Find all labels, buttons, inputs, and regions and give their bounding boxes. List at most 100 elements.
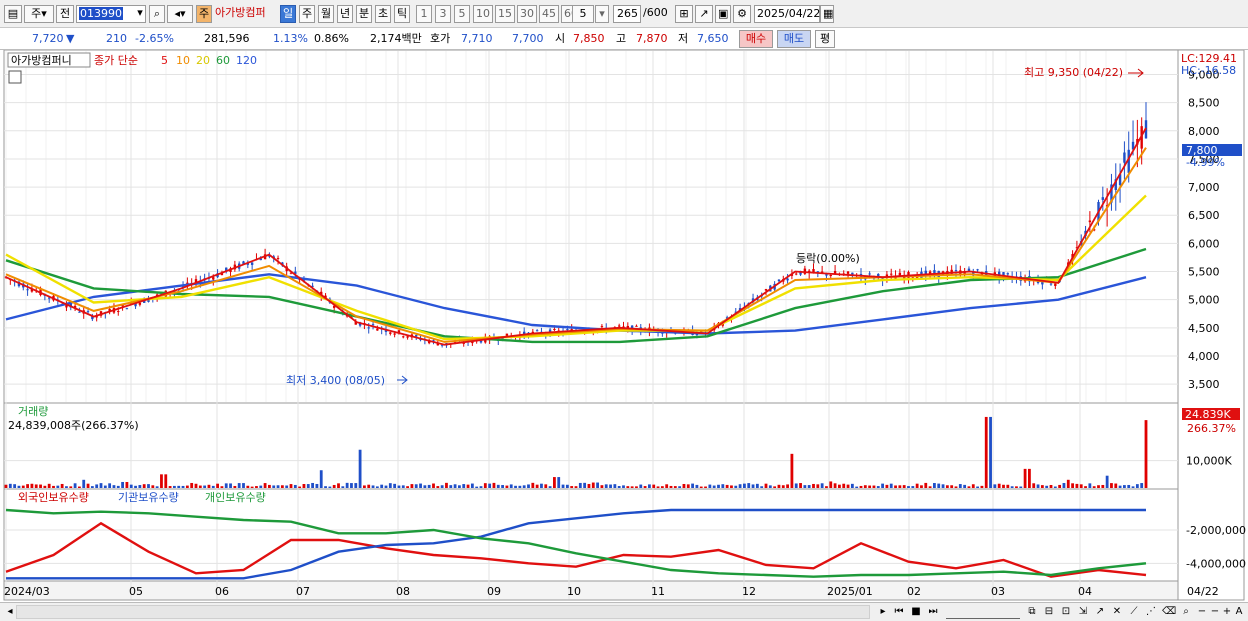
zoom-in-icon[interactable]: + (1221, 605, 1233, 619)
fib-icon[interactable]: ⋰ (1144, 605, 1158, 619)
zoom-icon[interactable]: ⌕ (1179, 605, 1193, 619)
volume-bar (397, 485, 401, 488)
volume-bar (635, 486, 638, 488)
play-icon[interactable]: ▸ (876, 605, 890, 619)
legend-ma5: 5 (161, 54, 168, 67)
code-value: 013990 (79, 7, 123, 20)
count-dropdown-icon[interactable]: ▾ (595, 5, 609, 23)
period-month[interactable]: 월 (318, 5, 334, 23)
volume-bar (777, 484, 781, 488)
minute-3[interactable]: 3 (435, 5, 451, 23)
date-input[interactable]: 2025/04/22 (754, 5, 820, 23)
volume-bar (738, 484, 742, 488)
scroll-track[interactable] (16, 605, 870, 619)
indicator-icon[interactable]: ⊞ (675, 5, 693, 23)
chart-area[interactable]: 2024/03 05 06 07 08 09 10 11 12 2025/01 02 03 04 3,50… (0, 49, 1248, 602)
volume-bar (496, 484, 500, 488)
volume-bar (1002, 484, 1005, 488)
line-icon[interactable]: ⟋ (1127, 605, 1141, 619)
x-tick-label: 07 (296, 585, 310, 598)
sell-button[interactable]: 매도 (777, 30, 811, 48)
prev-button[interactable]: 전 (56, 5, 74, 23)
volume-bar (1131, 486, 1135, 488)
horizontal-scrollbar[interactable]: ◂ ▸ ⏮ ■ ⏭ ⧉ ⊟ ⊡ ⇲ ↗ ✕ ⟋ ⋰ ⌫ ⌕ − − + A (0, 602, 1248, 621)
count-select[interactable]: 5 (572, 5, 594, 23)
x-tick-label: 10 (567, 585, 581, 598)
rewind-icon[interactable]: ⏮ (892, 605, 906, 619)
zoom-out-icon[interactable]: − (1196, 605, 1208, 619)
volume-bar (838, 484, 841, 488)
layout-icon[interactable]: ⊟ (1042, 605, 1056, 619)
candle-body (877, 273, 880, 277)
volume-bar (574, 486, 578, 488)
search-icon[interactable]: ⌕ (149, 5, 165, 23)
volume-bar (432, 483, 435, 488)
minute-10[interactable]: 10 (473, 5, 493, 23)
volume-right-pct: 266.37% (1187, 422, 1236, 435)
volume-bar (293, 484, 297, 488)
volume-bar (73, 483, 77, 488)
minus-icon[interactable]: − (1209, 605, 1221, 619)
volume-bar (1097, 485, 1100, 488)
bid-value: 7,700 (512, 32, 544, 45)
compare-icon[interactable]: ⧉ (1025, 605, 1039, 619)
stop-icon[interactable]: ■ (909, 605, 923, 619)
volume-bar (99, 483, 103, 488)
draw-icon[interactable]: ↗ (695, 5, 713, 23)
minute-1[interactable]: 1 (416, 5, 432, 23)
volume-bar (246, 485, 250, 488)
volume-bar (816, 484, 820, 488)
code-dropdown-icon[interactable]: ▾ (133, 5, 147, 23)
minute-5[interactable]: 5 (454, 5, 470, 23)
volume-bar (617, 486, 621, 488)
speaker-icon[interactable]: ◂▾ (167, 5, 193, 23)
chart-menu-icon[interactable]: ▤ (4, 5, 22, 23)
legend-ma-title: 종가 단순 (94, 54, 138, 67)
volume-bar (328, 486, 332, 488)
minute-45[interactable]: 45 (539, 5, 559, 23)
scroll-left-icon[interactable]: ◂ (4, 605, 16, 619)
zoom-slider[interactable] (946, 605, 1020, 619)
volume-bar (285, 485, 289, 488)
save-icon[interactable]: ▣ (715, 5, 731, 23)
volume-bar (229, 483, 232, 488)
period-second[interactable]: 초 (375, 5, 391, 23)
font-size-icon[interactable]: A (1233, 605, 1245, 619)
volume-bar (876, 486, 880, 488)
volume-bar (527, 484, 530, 488)
volume-bar (829, 481, 833, 488)
volume-bar (790, 453, 794, 488)
period-tick[interactable]: 틱 (394, 5, 410, 23)
cross-icon[interactable]: ✕ (1110, 605, 1124, 619)
range-input[interactable]: 265 (613, 5, 641, 23)
chart-svg[interactable]: 2024/03 05 06 07 08 09 10 11 12 2025/01 02 03 04 3,50… (0, 49, 1248, 602)
volume-value: 281,596 (204, 32, 250, 45)
name-prefix-badge: 주 (196, 5, 212, 23)
volume-bar (773, 486, 777, 488)
volume-bar (781, 485, 785, 488)
buy-button[interactable]: 매수 (739, 30, 773, 48)
eraser-icon[interactable]: ⌫ (1162, 605, 1176, 619)
avg-button[interactable]: 평 (815, 30, 835, 48)
calendar-icon[interactable]: ▦ (820, 5, 834, 23)
candle-body (276, 257, 280, 259)
volume-bar (639, 484, 643, 488)
volume-bar (660, 486, 664, 488)
candle-body (393, 333, 396, 335)
gear-icon[interactable]: ⚙ (733, 5, 751, 23)
minute-30[interactable]: 30 (517, 5, 537, 23)
forward-icon[interactable]: ⏭ (926, 605, 940, 619)
period-week[interactable]: 주 (299, 5, 315, 23)
trend-icon[interactable]: ↗ (1093, 605, 1107, 619)
panel-icon[interactable]: ⊡ (1059, 605, 1073, 619)
period-minute[interactable]: 분 (356, 5, 372, 23)
market-select[interactable]: 주▾ (24, 5, 54, 23)
volume-bar (1114, 483, 1118, 488)
minute-15[interactable]: 15 (495, 5, 515, 23)
period-day[interactable]: 일 (280, 5, 296, 23)
grid-toggle-icon[interactable] (8, 70, 22, 84)
volume-bar (207, 484, 211, 488)
period-year[interactable]: 년 (337, 5, 353, 23)
volume-bar (833, 483, 837, 488)
export-icon[interactable]: ⇲ (1076, 605, 1090, 619)
